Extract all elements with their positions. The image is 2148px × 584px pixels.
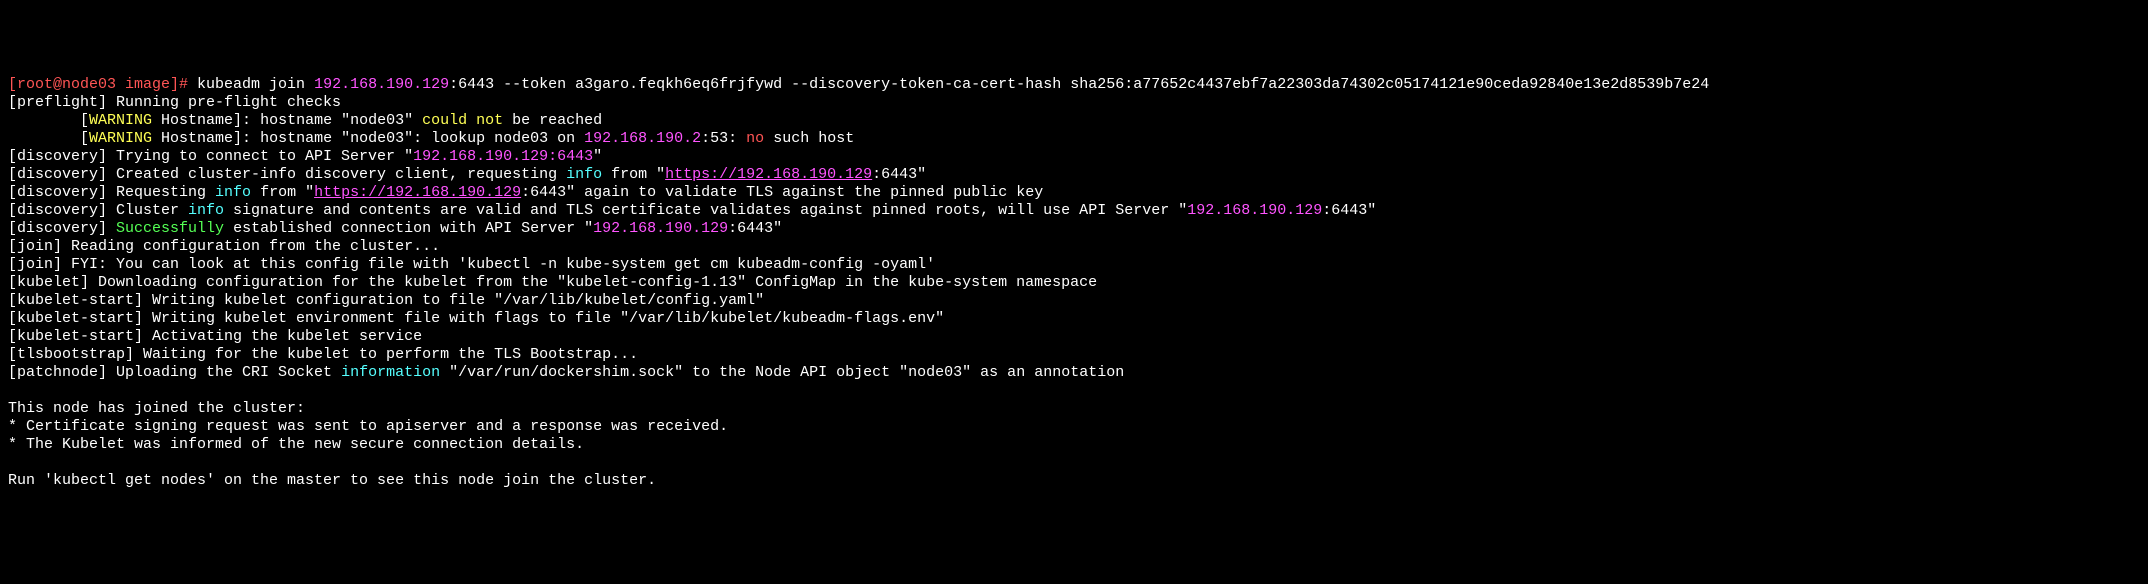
info-label: info (188, 202, 224, 219)
output-line: "/var/run/dockershim.sock" to the Node A… (440, 364, 1124, 381)
output-line: Run 'kubectl get nodes' on the master to… (8, 472, 656, 489)
output-line: [discovery] Cluster (8, 202, 188, 219)
output-line: This node has joined the cluster: (8, 400, 305, 417)
info-label: info (215, 184, 251, 201)
terminal-output: [root@node03 image]# kubeadm join 192.16… (8, 76, 2140, 490)
output-line: [discovery] Trying to connect to API Ser… (8, 148, 413, 165)
output-line: [kubelet-start] Activating the kubelet s… (8, 328, 422, 345)
output-line: :53: (701, 130, 746, 147)
output-line: from " (251, 184, 314, 201)
output-line: :6443" (872, 166, 926, 183)
output-line: be reached (503, 112, 602, 129)
error-text: could not (422, 112, 503, 129)
output-line: [preflight] Running pre-flight checks (8, 94, 341, 111)
output-line: :6443" (1322, 202, 1376, 219)
output-line: * The Kubelet was informed of the new se… (8, 436, 584, 453)
output-line: [join] FYI: You can look at this config … (8, 256, 935, 273)
ip-address: 192.168.190.129:6443 (413, 148, 593, 165)
url-text: https://192.168.190.129 (314, 184, 521, 201)
url-text: https://192.168.190.129 (665, 166, 872, 183)
info-label: info (566, 166, 602, 183)
warning-label: WARNING (89, 112, 152, 129)
output-line: [tlsbootstrap] Waiting for the kubelet t… (8, 346, 638, 363)
output-line: [kubelet-start] Writing kubelet configur… (8, 292, 764, 309)
output-line: [discovery] (8, 220, 116, 237)
output-line: * Certificate signing request was sent t… (8, 418, 728, 435)
output-line: [patchnode] Uploading the CRI Socket (8, 364, 341, 381)
ip-address: 192.168.190.129 (593, 220, 728, 237)
output-line: " (593, 148, 602, 165)
output-line: [kubelet-start] Writing kubelet environm… (8, 310, 944, 327)
output-line: [discovery] Created cluster-info discove… (8, 166, 566, 183)
output-line: Hostname]: hostname "node03" (152, 112, 422, 129)
output-line: such host (764, 130, 854, 147)
output-line: established connection with API Server " (224, 220, 593, 237)
ip-address: 192.168.190.129 (314, 76, 449, 93)
output-line: Hostname]: hostname "node03": lookup nod… (152, 130, 584, 147)
ip-address: 192.168.190.129 (1187, 202, 1322, 219)
output-line: [ (8, 112, 89, 129)
success-label: Successfully (116, 220, 224, 237)
output-line: :6443" (728, 220, 782, 237)
output-line: [ (8, 130, 89, 147)
output-line: [kubelet] Downloading configuration for … (8, 274, 1097, 291)
ip-address: 192.168.190.2 (584, 130, 701, 147)
error-text: no (746, 130, 764, 147)
output-line: [join] Reading configuration from the cl… (8, 238, 440, 255)
warning-label: WARNING (89, 130, 152, 147)
shell-prompt: [root@node03 image]# (8, 76, 197, 93)
output-line: signature and contents are valid and TLS… (224, 202, 1187, 219)
info-label: information (341, 364, 440, 381)
command-text: :6443 --token a3garo.feqkh6eq6frjfywd --… (449, 76, 1709, 93)
output-line: from " (602, 166, 665, 183)
output-line: [discovery] Requesting (8, 184, 215, 201)
command-text: kubeadm join (197, 76, 314, 93)
output-line: :6443" again to validate TLS against the… (521, 184, 1043, 201)
